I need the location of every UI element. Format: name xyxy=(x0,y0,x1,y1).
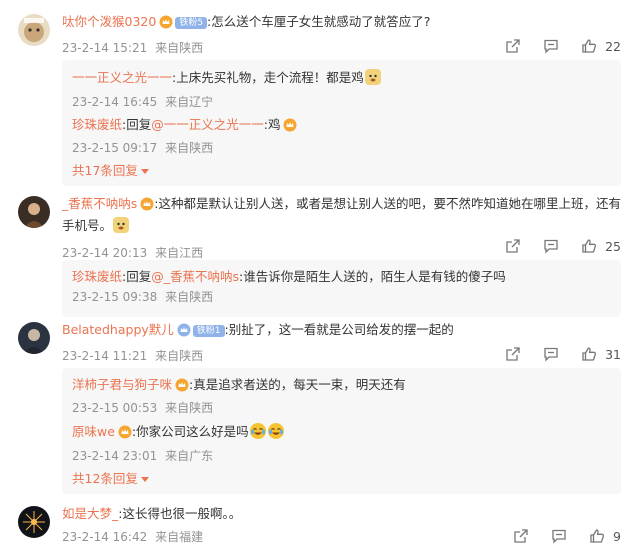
vip-crown-icon xyxy=(175,378,189,397)
chevron-down-icon xyxy=(140,477,149,482)
comment-username[interactable]: 呔你个泼猴0320 xyxy=(62,14,156,29)
comment-actions: 25 xyxy=(485,236,621,256)
comment-icon[interactable] xyxy=(541,236,561,256)
vip-crown-icon xyxy=(283,118,297,137)
comment-location: 来自陕西 xyxy=(155,349,204,363)
comment-icon[interactable] xyxy=(541,344,561,364)
reply-mention[interactable]: @一一正义之光一一 xyxy=(151,117,264,132)
comment-location: 来自陕西 xyxy=(155,41,204,55)
like-count: 9 xyxy=(613,528,621,544)
reply-username[interactable]: 珍珠废纸 xyxy=(72,269,122,284)
share-icon[interactable] xyxy=(511,526,531,546)
reply-item: 珍珠废纸:回复@一一正义之光一一:鸡 23-2-15 09:17 来自陕西 xyxy=(72,116,611,156)
avatar[interactable] xyxy=(18,196,50,228)
reply-time: 23-2-14 16:45 xyxy=(72,95,158,109)
comment-icon[interactable] xyxy=(541,36,561,56)
comment-location: 来自江西 xyxy=(155,246,204,260)
comment-time: 23-2-14 16:42 xyxy=(62,530,148,544)
reply-text: :你家公司这么好是吗 xyxy=(131,424,249,439)
reply-location: 来自陕西 xyxy=(165,401,214,415)
like-icon[interactable] xyxy=(579,236,599,256)
reply-time: 23-2-15 09:17 xyxy=(72,141,158,155)
reply-meta: 23-2-15 09:17 来自陕西 xyxy=(72,140,611,156)
reply-item: 洋柿子君与狗子咪 :真是追求者送的，每天一束，明天还有 23-2-15 00:53… xyxy=(72,376,611,416)
reply-time: 23-2-14 23:01 xyxy=(72,449,158,463)
vip-crown-icon xyxy=(140,197,154,216)
avatar[interactable] xyxy=(18,14,50,46)
reply-item: 珍珠废纸:回复@_香蕉不呐呐s:谁告诉你是陌生人送的，陌生人是有钱的傻子吗 23… xyxy=(72,268,611,305)
laugh-cry-emoji xyxy=(249,422,267,445)
like-icon[interactable] xyxy=(579,36,599,56)
comment-time: 23-2-14 15:21 xyxy=(62,41,148,55)
comment-username[interactable]: 如是大梦_ xyxy=(62,506,118,521)
reply-location: 来自辽宁 xyxy=(165,95,214,109)
doge-emoji xyxy=(364,68,382,91)
reply-text: :真是追求者送的，每天一束，明天还有 xyxy=(189,377,406,392)
reply-location: 来自陕西 xyxy=(165,141,214,155)
reply-meta: 23-2-15 00:53 来自陕西 xyxy=(72,400,611,416)
share-icon[interactable] xyxy=(503,236,523,256)
comment-actions: 22 xyxy=(485,36,621,56)
like-count: 22 xyxy=(605,38,621,54)
comment-icon[interactable] xyxy=(549,526,569,546)
reply-time: 23-2-15 00:53 xyxy=(72,401,158,415)
like-count: 31 xyxy=(605,346,621,362)
reply-text: :谁告诉你是陌生人送的，陌生人是有钱的傻子吗 xyxy=(239,269,506,284)
reply-meta: 23-2-14 23:01 来自广东 xyxy=(72,448,611,464)
more-replies-link[interactable]: 共12条回复 xyxy=(72,470,611,488)
reply-meta: 23-2-14 16:45 来自辽宁 xyxy=(72,94,611,110)
reply-word: :回复 xyxy=(122,269,152,284)
fan-badge: 铁粉5 xyxy=(175,17,208,29)
share-icon[interactable] xyxy=(503,344,523,364)
reply-username[interactable]: 珍珠废纸 xyxy=(72,117,122,132)
avatar[interactable] xyxy=(18,506,50,538)
comment-username[interactable]: _香蕉不呐呐s xyxy=(62,196,137,211)
reply-text: :鸡 xyxy=(263,117,281,132)
avatar[interactable] xyxy=(18,322,50,354)
reply-time: 23-2-15 09:38 xyxy=(72,290,158,304)
like-icon[interactable] xyxy=(587,526,607,546)
vip-crown-icon xyxy=(118,425,132,444)
more-replies-link[interactable]: 共17条回复 xyxy=(72,162,611,180)
reply-text: :上床先买礼物，走个流程！都是鸡 xyxy=(172,70,364,85)
vip-crown-icon xyxy=(177,323,191,342)
reply-username[interactable]: 原味we xyxy=(72,424,115,439)
comment-text: :别扯了，这一看就是公司给发的摆一起的 xyxy=(224,322,454,337)
comment-actions: 31 xyxy=(485,344,621,364)
share-icon[interactable] xyxy=(503,36,523,56)
like-count: 25 xyxy=(605,238,621,254)
reply-word: :回复 xyxy=(122,117,152,132)
comment-time: 23-2-14 11:21 xyxy=(62,349,148,363)
reply-meta: 23-2-15 09:38 来自陕西 xyxy=(72,289,611,305)
reply-mention[interactable]: @_香蕉不呐呐s xyxy=(151,269,239,284)
doge-emoji xyxy=(112,216,130,239)
comment-time: 23-2-14 20:13 xyxy=(62,246,148,260)
laugh-cry-emoji xyxy=(267,422,285,445)
reply-item: 原味we :你家公司这么好是吗 23-2-14 23:01 来自广东 xyxy=(72,422,611,464)
reply-list: 珍珠废纸:回复@_香蕉不呐呐s:谁告诉你是陌生人送的，陌生人是有钱的傻子吗 23… xyxy=(62,260,621,317)
fan-badge: 铁粉1 xyxy=(192,325,225,337)
reply-list: 洋柿子君与狗子咪 :真是追求者送的，每天一束，明天还有 23-2-15 00:53… xyxy=(62,368,621,494)
comment-username[interactable]: Belatedhappy默儿 xyxy=(62,322,174,337)
vip-crown-icon xyxy=(159,15,173,34)
reply-location: 来自陕西 xyxy=(165,290,214,304)
chevron-down-icon xyxy=(140,169,149,174)
comment-location: 来自福建 xyxy=(155,530,204,544)
reply-username[interactable]: 洋柿子君与狗子咪 xyxy=(72,377,172,392)
reply-username[interactable]: 一一正义之光一一 xyxy=(72,70,172,85)
more-replies-label: 共17条回复 xyxy=(72,163,138,178)
comment-text: :怎么送个车厘子女生就感动了就答应了? xyxy=(207,14,431,29)
more-replies-label: 共12条回复 xyxy=(72,471,138,486)
comment-actions: 9 xyxy=(493,526,621,546)
reply-item: 一一正义之光一一:上床先买礼物，走个流程！都是鸡 23-2-14 16:45 来… xyxy=(72,68,611,110)
comment-text: :这长得也很一般啊。。 xyxy=(118,506,242,521)
like-icon[interactable] xyxy=(579,344,599,364)
reply-location: 来自广东 xyxy=(165,449,214,463)
reply-list: 一一正义之光一一:上床先买礼物，走个流程！都是鸡 23-2-14 16:45 来… xyxy=(62,60,621,186)
